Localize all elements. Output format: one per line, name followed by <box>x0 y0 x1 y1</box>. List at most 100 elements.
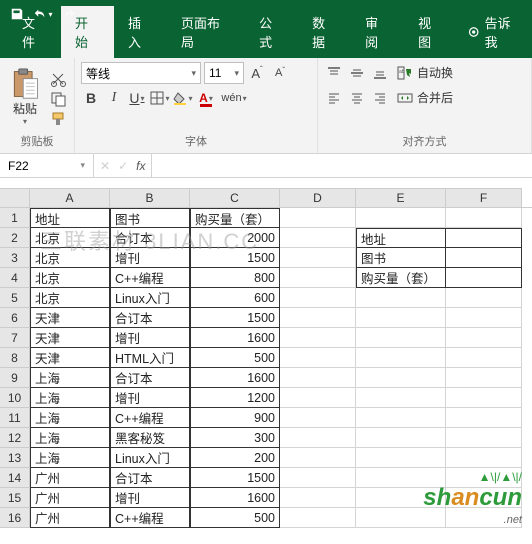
cell[interactable] <box>356 328 446 348</box>
cell[interactable]: 1200 <box>190 388 280 408</box>
cell[interactable] <box>446 508 522 528</box>
cell[interactable] <box>446 488 522 508</box>
font-name-combo[interactable]: 等线▾ <box>81 62 201 84</box>
cell[interactable]: 1500 <box>190 308 280 328</box>
cut-button[interactable] <box>50 71 68 87</box>
cell[interactable] <box>280 248 356 268</box>
row-header[interactable]: 11 <box>0 408 30 428</box>
cell[interactable]: 广州 <box>30 468 110 488</box>
tab-formulas[interactable]: 公式 <box>245 6 298 58</box>
cell[interactable] <box>356 288 446 308</box>
copy-button[interactable] <box>50 91 68 107</box>
cell[interactable]: 上海 <box>30 408 110 428</box>
cell[interactable] <box>446 208 522 228</box>
cell[interactable]: 北京 <box>30 288 110 308</box>
font-size-combo[interactable]: 11▾ <box>204 62 244 84</box>
cell[interactable] <box>280 508 356 528</box>
column-header[interactable]: F <box>446 188 522 207</box>
align-middle-button[interactable] <box>347 63 367 83</box>
cell[interactable] <box>280 488 356 508</box>
cell[interactable] <box>280 428 356 448</box>
cell[interactable]: C++编程 <box>110 268 190 288</box>
cell[interactable]: 1600 <box>190 328 280 348</box>
cell[interactable]: 800 <box>190 268 280 288</box>
row-header[interactable]: 7 <box>0 328 30 348</box>
cell[interactable]: 合订本 <box>110 368 190 388</box>
cell[interactable]: 1600 <box>190 368 280 388</box>
cell[interactable]: 增刊 <box>110 248 190 268</box>
cell[interactable] <box>446 248 522 268</box>
cell[interactable]: C++编程 <box>110 408 190 428</box>
cell[interactable] <box>446 468 522 488</box>
tab-review[interactable]: 审阅 <box>351 6 404 58</box>
cell[interactable]: 地址 <box>356 228 446 248</box>
align-top-button[interactable] <box>324 63 344 83</box>
cell[interactable] <box>280 468 356 488</box>
cell[interactable]: 北京 <box>30 228 110 248</box>
cell[interactable] <box>356 208 446 228</box>
row-header[interactable]: 2 <box>0 228 30 248</box>
cell[interactable]: 200 <box>190 448 280 468</box>
cell[interactable]: 1600 <box>190 488 280 508</box>
cell[interactable]: 地址 <box>30 208 110 228</box>
cell[interactable]: 600 <box>190 288 280 308</box>
cell[interactable]: 天津 <box>30 328 110 348</box>
cell[interactable]: HTML入门 <box>110 348 190 368</box>
spreadsheet-grid[interactable]: ABCDEF 1地址图书购买量（套）2北京合订本2000地址3北京增刊1500图… <box>0 188 532 528</box>
row-header[interactable]: 4 <box>0 268 30 288</box>
cell[interactable]: 图书 <box>110 208 190 228</box>
tab-file[interactable]: 文件 <box>8 6 61 58</box>
underline-button[interactable]: U▾ <box>127 88 147 108</box>
cell[interactable]: 广州 <box>30 488 110 508</box>
cell[interactable] <box>446 308 522 328</box>
enter-formula-button[interactable]: ✓ <box>118 159 128 173</box>
cell[interactable] <box>446 448 522 468</box>
cell[interactable] <box>446 388 522 408</box>
cell[interactable]: Linux入门 <box>110 448 190 468</box>
fill-color-button[interactable]: ▾ <box>173 88 193 108</box>
cell[interactable] <box>446 428 522 448</box>
cell[interactable] <box>446 268 522 288</box>
cell[interactable]: 500 <box>190 348 280 368</box>
name-box[interactable]: F22▾ <box>0 154 94 177</box>
align-right-button[interactable] <box>370 88 390 108</box>
tab-data[interactable]: 数据 <box>298 6 351 58</box>
cell[interactable] <box>280 308 356 328</box>
cell[interactable]: 购买量（套） <box>356 268 446 288</box>
tab-insert[interactable]: 插入 <box>114 6 167 58</box>
cell[interactable]: 北京 <box>30 268 110 288</box>
cell[interactable]: 1500 <box>190 468 280 488</box>
merge-center-button[interactable]: 合并后 <box>393 87 457 108</box>
cell[interactable]: 增刊 <box>110 488 190 508</box>
cell[interactable]: 上海 <box>30 368 110 388</box>
tab-page-layout[interactable]: 页面布局 <box>167 6 245 58</box>
row-header[interactable]: 12 <box>0 428 30 448</box>
column-header[interactable]: A <box>30 188 110 207</box>
cell[interactable]: C++编程 <box>110 508 190 528</box>
cancel-formula-button[interactable]: ✕ <box>100 159 110 173</box>
cell[interactable]: 广州 <box>30 508 110 528</box>
cell[interactable]: 增刊 <box>110 328 190 348</box>
cell[interactable] <box>280 388 356 408</box>
cell[interactable] <box>280 328 356 348</box>
row-header[interactable]: 5 <box>0 288 30 308</box>
cell[interactable] <box>356 448 446 468</box>
increase-font-button[interactable]: Aˆ <box>247 63 267 83</box>
row-header[interactable]: 3 <box>0 248 30 268</box>
cell[interactable] <box>280 208 356 228</box>
cell[interactable]: 天津 <box>30 308 110 328</box>
cell[interactable]: 上海 <box>30 428 110 448</box>
italic-button[interactable]: I <box>104 88 124 108</box>
row-header[interactable]: 13 <box>0 448 30 468</box>
paste-button[interactable]: 粘贴 ▾ <box>6 66 44 128</box>
cell[interactable]: 上海 <box>30 388 110 408</box>
cell[interactable] <box>356 488 446 508</box>
cell[interactable] <box>356 468 446 488</box>
cell[interactable]: 1500 <box>190 248 280 268</box>
decrease-font-button[interactable]: Aˇ <box>270 63 290 83</box>
insert-function-button[interactable]: fx <box>136 159 145 173</box>
cell[interactable]: 500 <box>190 508 280 528</box>
cell[interactable]: 天津 <box>30 348 110 368</box>
column-header[interactable]: C <box>190 188 280 207</box>
row-header[interactable]: 14 <box>0 468 30 488</box>
